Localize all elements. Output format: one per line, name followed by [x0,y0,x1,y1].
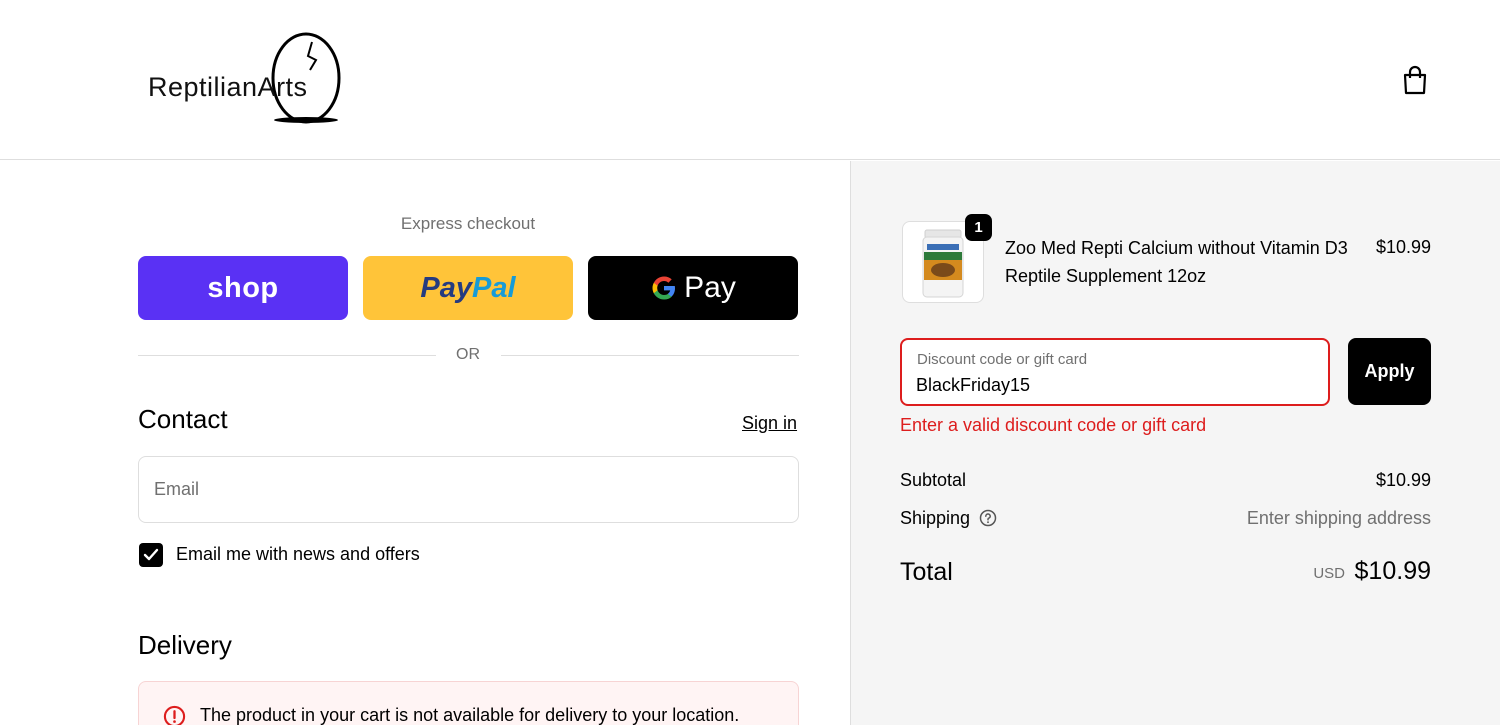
contact-heading: Contact [138,404,228,434]
discount-field-label: Discount code or gift card [917,351,1088,368]
discount-code-field[interactable]: Discount code or gift card [900,338,1330,406]
shop-pay-label: shop [207,271,279,304]
paypal-label: PayPal [420,271,516,304]
sign-in-link[interactable]: Sign in [742,413,797,434]
subtotal-label: Subtotal [900,470,967,490]
total-value: $10.99 [1354,557,1431,585]
alert-circle-icon [163,705,186,725]
discount-error-message: Enter a valid discount code or gift card [900,415,1207,435]
google-pay-button[interactable]: Pay [588,256,798,320]
delivery-alert-text: The product in your cart is not availabl… [200,705,740,725]
apply-discount-button[interactable]: Apply [1348,338,1431,405]
quantity-badge: 1 [965,214,992,241]
shop-pay-button[interactable]: shop [138,256,348,320]
shopping-bag-icon[interactable] [1400,64,1430,96]
discount-code-input[interactable] [916,371,1316,399]
store-logo[interactable]: ReptilianArts [145,26,345,126]
subtotal-value: $10.99 [1375,470,1431,490]
email-field[interactable] [138,456,799,523]
delivery-alert: The product in your cart is not availabl… [138,681,799,725]
google-pay-label: Pay [684,271,736,304]
total-label: Total [900,558,953,586]
checkmark-icon [143,548,159,561]
divider-left [138,355,436,356]
question-circle-icon[interactable] [979,509,997,527]
newsletter-label[interactable]: Email me with news and offers [176,544,420,565]
express-checkout-label: Express checkout [400,214,536,233]
checkout-main: Express checkout shop PayPal Pay OR Cont… [0,161,850,725]
or-divider-label: OR [456,346,480,363]
divider-right [501,355,799,356]
shipping-value: Enter shipping address [1246,508,1431,528]
newsletter-checkbox[interactable] [139,543,163,567]
google-g-icon [652,276,676,300]
shipping-label: Shipping [900,508,971,528]
paypal-button[interactable]: PayPal [363,256,573,320]
order-summary: 1 Zoo Med Repti Calcium without Vitamin … [850,161,1500,725]
delivery-heading: Delivery [138,630,232,660]
product-name: Zoo Med Repti Calcium without Vitamin D3… [1005,238,1348,286]
logo-text: ReptilianArts [148,72,308,102]
site-header: ReptilianArts [0,0,1500,160]
product-price: $10.99 [1375,237,1431,257]
